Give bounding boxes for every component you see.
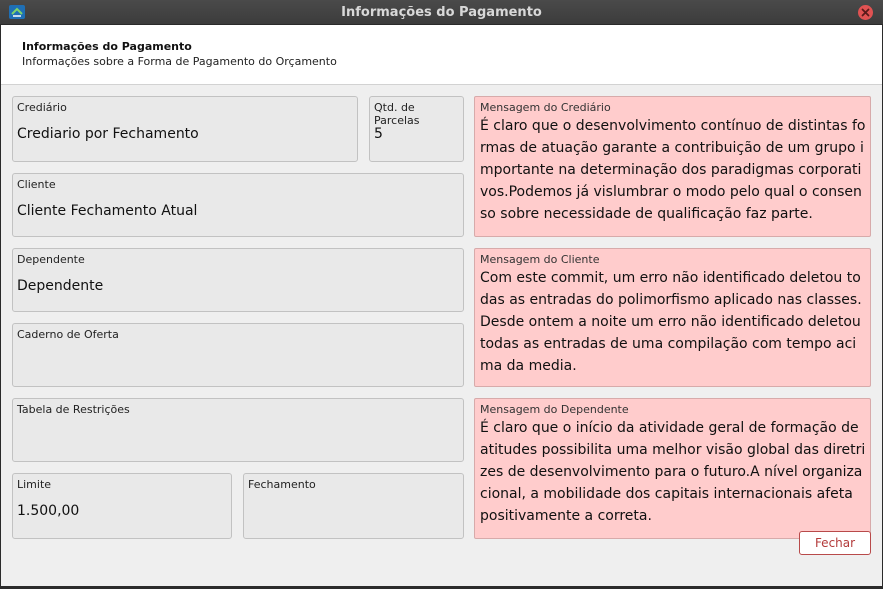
dialog-body: Informações do Pagamento Informações sob… [1,25,882,586]
mensagem-dependente-panel: Mensagem do Dependente É claro que o iní… [474,398,871,539]
tabela-restricoes-label: Tabela de Restrições [17,403,130,416]
header-title: Informações do Pagamento [22,40,192,53]
mensagem-cliente-label: Mensagem do Cliente [480,253,600,266]
mensagem-cliente-text: Com este commit, um erro não identificad… [480,270,862,374]
title-bar: Informações do Pagamento [0,0,883,25]
parcelas-value: 5 [374,126,383,142]
parcelas-field[interactable]: Qtd. de Parcelas 5 [369,96,464,162]
cliente-value: Cliente Fechamento Atual [17,203,198,219]
parcelas-label: Qtd. de Parcelas [374,101,420,127]
dependente-field[interactable]: Dependente Dependente [12,248,464,312]
dependente-value: Dependente [17,278,104,294]
crediario-value: Crediario por Fechamento [17,126,199,142]
limite-field[interactable]: Limite 1.500,00 [12,473,232,539]
mensagem-crediario-label: Mensagem do Crediário [480,101,611,114]
dependente-label: Dependente [17,253,85,266]
crediario-label: Crediário [17,101,67,114]
limite-value: 1.500,00 [17,503,80,519]
close-icon [861,8,870,17]
window-title: Informações do Pagamento [341,5,542,20]
header-subtitle: Informações sobre a Forma de Pagamento d… [22,55,337,68]
mensagem-crediario-panel: Mensagem do Crediário É claro que o dese… [474,96,871,237]
caderno-oferta-label: Caderno de Oferta [17,328,119,341]
mensagem-cliente-panel: Mensagem do Cliente Com este commit, um … [474,248,871,387]
tabela-restricoes-field[interactable]: Tabela de Restrições [12,398,464,462]
mensagem-crediario-text: É claro que o desenvolvimento contínuo d… [480,118,866,222]
caderno-oferta-field[interactable]: Caderno de Oferta [12,323,464,387]
crediario-field[interactable]: Crediário Crediario por Fechamento [12,96,358,162]
fechamento-field[interactable]: Fechamento [243,473,464,539]
mensagem-dependente-label: Mensagem do Dependente [480,403,629,416]
window-close-button[interactable] [858,5,873,20]
mensagem-dependente-text: É claro que o início da atividade geral … [480,420,866,524]
fechamento-label: Fechamento [248,478,316,491]
cliente-field[interactable]: Cliente Cliente Fechamento Atual [12,173,464,237]
limite-label: Limite [17,478,52,491]
fechar-button[interactable]: Fechar [799,531,871,555]
dialog-header: Informações do Pagamento Informações sob… [1,25,882,85]
cliente-label: Cliente [17,178,56,191]
